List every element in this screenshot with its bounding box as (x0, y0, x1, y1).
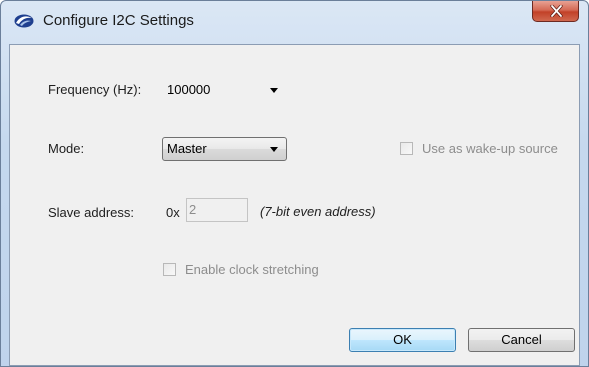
close-icon (550, 5, 563, 17)
wake-up-label: Use as wake-up source (422, 141, 558, 156)
slave-address-value: 2 (189, 202, 197, 217)
cancel-button[interactable]: Cancel (468, 328, 575, 352)
clock-stretching-label: Enable clock stretching (185, 262, 319, 277)
mode-value: Master (167, 141, 207, 156)
ok-button[interactable]: OK (349, 328, 456, 352)
clock-stretching-checkbox[interactable] (163, 263, 176, 276)
mode-dropdown[interactable]: Master (162, 137, 287, 161)
slave-address-input[interactable]: 2 (186, 198, 248, 222)
frequency-value: 100000 (167, 82, 211, 97)
wake-up-checkbox[interactable] (400, 142, 413, 155)
chevron-down-icon (270, 147, 278, 152)
dialog-window: Configure I2C Settings Frequency (Hz): 1… (0, 0, 589, 367)
chevron-down-icon (270, 88, 278, 93)
slave-address-hint: (7-bit even address) (260, 204, 376, 219)
frequency-label: Frequency (Hz): (48, 82, 142, 97)
dialog-content: Frequency (Hz): 100000 Mode: Master Use … (9, 44, 580, 366)
slave-address-label: Slave address: (48, 205, 134, 220)
frequency-dropdown[interactable]: 100000 (162, 78, 287, 102)
mode-label: Mode: (48, 141, 85, 156)
cypress-logo-icon (14, 14, 34, 28)
clock-stretching-option[interactable]: Enable clock stretching (163, 262, 343, 278)
hex-prefix: 0x (166, 205, 180, 220)
close-button[interactable] (532, 1, 579, 22)
title-bar[interactable]: Configure I2C Settings (1, 1, 588, 45)
window-title: Configure I2C Settings (43, 12, 194, 29)
wake-up-option[interactable]: Use as wake-up source (400, 141, 575, 157)
